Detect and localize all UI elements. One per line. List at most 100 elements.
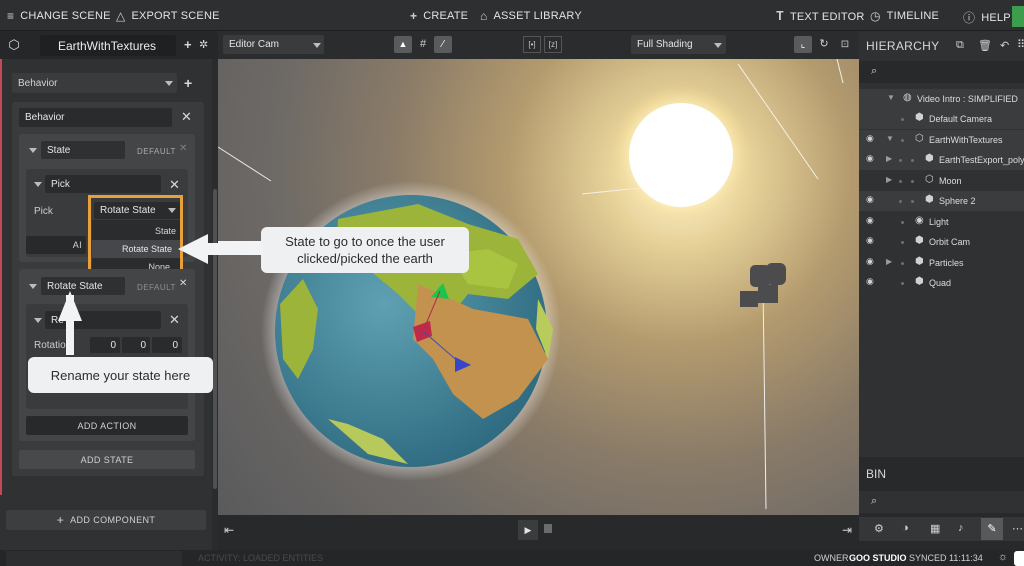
- status-bar: ACTIVITY: LOADED ENTITIES OWNER GOO STUD…: [0, 550, 1024, 566]
- collapse-state-1-icon[interactable]: [29, 148, 37, 153]
- shading-chevron-icon: [714, 43, 722, 48]
- hierarchy-item[interactable]: ◉ ⬢ Orbit Cam: [859, 232, 1024, 252]
- bin-search-input[interactable]: ⌕: [859, 491, 1024, 513]
- shading-select[interactable]: Full Shading: [631, 35, 726, 54]
- remove-behavior-icon[interactable]: ✕: [181, 109, 192, 125]
- tree-dot: [899, 180, 902, 183]
- bin-more-icon[interactable]: ⋯: [1012, 522, 1023, 535]
- component-type-select[interactable]: Behavior: [12, 73, 177, 93]
- translate-icon[interactable]: ⌞: [794, 36, 812, 53]
- remove-pick-action-icon[interactable]: ✕: [169, 177, 180, 193]
- entity-name-input[interactable]: EarthWithTextures: [40, 35, 176, 56]
- overflow-icon[interactable]: ⠿: [1017, 38, 1024, 51]
- undo-icon[interactable]: ↶: [1000, 39, 1009, 52]
- trash-icon[interactable]: 🗑: [978, 39, 992, 52]
- remove-state-1-icon[interactable]: ✕: [179, 143, 187, 154]
- hierarchy-search-input[interactable]: ⌕: [859, 61, 1024, 83]
- hierarchy-item[interactable]: ◉ ▶ ⬢ EarthTestExport_poly: [859, 150, 1024, 170]
- hierarchy-item[interactable]: ◉ ▼ ⬡ EarthWithTextures: [859, 130, 1024, 150]
- expand-arrow-icon[interactable]: ▼: [886, 134, 894, 143]
- expand-arrow-icon[interactable]: ▶: [886, 257, 892, 266]
- visibility-eye-icon[interactable]: ◉: [866, 133, 874, 144]
- expand-arrow-icon[interactable]: ▶: [886, 175, 892, 184]
- bin-mesh-icon[interactable]: ⚙: [874, 522, 884, 535]
- visibility-eye-icon[interactable]: ◉: [866, 256, 874, 267]
- pick-action-name[interactable]: Pick: [45, 175, 161, 193]
- hierarchy-item[interactable]: ◉ ⬢ Quad: [859, 273, 1024, 293]
- visibility-eye-icon[interactable]: ◉: [866, 194, 874, 205]
- visibility-eye-icon[interactable]: ◉: [866, 276, 874, 287]
- add-state-button[interactable]: ADD STATE: [19, 450, 195, 469]
- rotation-y-input[interactable]: 0: [122, 337, 150, 353]
- add-icon[interactable]: +: [184, 37, 192, 52]
- play-button[interactable]: ▶: [518, 520, 538, 540]
- help-button[interactable]: ⓘ HELP: [963, 9, 1011, 26]
- properties-scroll-thumb[interactable]: [213, 189, 217, 489]
- collapse-pick-action-icon[interactable]: [34, 182, 42, 187]
- hierarchy-item[interactable]: ◉ ▶ ⬢ Particles: [859, 253, 1024, 273]
- hierarchy-item[interactable]: ◉ ◉ Light: [859, 212, 1024, 232]
- magic-wand-icon[interactable]: ⁄: [434, 36, 452, 53]
- remove-rotate-action-icon[interactable]: ✕: [169, 312, 180, 328]
- visibility-eye-icon[interactable]: ◉: [866, 215, 874, 226]
- bin-material-icon[interactable]: ◑: [902, 522, 909, 534]
- expand-arrow-icon[interactable]: ▼: [887, 93, 895, 102]
- export-scene-button[interactable]: △ EXPORT SCENE: [116, 9, 220, 23]
- expand-arrow-icon[interactable]: ▶: [886, 154, 892, 163]
- text-editor-button[interactable]: 𝐓 TEXT EDITOR: [776, 9, 864, 24]
- exit-left-icon[interactable]: ⇤: [224, 523, 234, 537]
- hierarchy-item-label: EarthWithTextures: [929, 135, 1003, 145]
- fit-selection-icon[interactable]: [z]: [544, 36, 562, 53]
- hierarchy-item-label: EarthTestExport_poly: [939, 155, 1024, 165]
- scale-icon[interactable]: ⊡: [836, 36, 854, 53]
- visibility-eye-icon[interactable]: ◉: [866, 235, 874, 246]
- duplicate-icon[interactable]: ⧉: [956, 39, 964, 52]
- camera-select[interactable]: Editor Cam: [223, 35, 324, 54]
- add-action-button[interactable]: ADD ACTION: [26, 416, 188, 435]
- state-2-name-input[interactable]: Rotate State: [41, 277, 125, 295]
- landscape-icon[interactable]: ▲: [394, 36, 412, 53]
- remove-state-2-icon[interactable]: ✕: [179, 278, 187, 289]
- hierarchy-item[interactable]: ▶ ⬡ Moon: [859, 171, 1024, 191]
- collapse-state-2-icon[interactable]: [29, 284, 37, 289]
- change-scene-button[interactable]: ≡ CHANGE SCENE: [7, 9, 111, 23]
- hierarchy-item[interactable]: ▼ ◍ Video Intro : SIMPLIFIED: [859, 89, 1024, 109]
- bin-script-icon[interactable]: ✎: [981, 518, 1003, 540]
- hierarchy-item-label: Light: [929, 217, 949, 227]
- fit-view-icon[interactable]: [•]: [523, 36, 541, 53]
- rotation-x-input[interactable]: 0: [90, 337, 120, 353]
- rotation-z-input[interactable]: 0: [152, 337, 182, 353]
- state-2-default-label[interactable]: DEFAULT: [137, 283, 176, 292]
- rotate-icon[interactable]: ↻: [815, 36, 833, 53]
- state-1-default-label[interactable]: DEFAULT: [137, 147, 176, 156]
- activity-area: [6, 551, 182, 566]
- bin-sound-icon[interactable]: ♪: [958, 522, 964, 534]
- hierarchy-item[interactable]: ◉ ⬢ Sphere 2: [859, 191, 1024, 211]
- panel-edge-accent: [0, 59, 2, 495]
- gear-icon[interactable]: ✲: [199, 38, 208, 51]
- user-avatar[interactable]: [1012, 6, 1024, 27]
- entity-hexagon-icon[interactable]: ⬡: [0, 31, 28, 59]
- hierarchy-item[interactable]: ⬢ Default Camera: [859, 109, 1024, 129]
- asset-library-button[interactable]: ⌂ ASSET LIBRARY: [480, 9, 582, 23]
- grid-icon[interactable]: #: [414, 36, 432, 53]
- owner-label: OWNER: [814, 553, 849, 563]
- behavior-name-input[interactable]: Behavior: [19, 108, 172, 127]
- bin-texture-icon[interactable]: ▦: [930, 522, 940, 535]
- hidden-add-action-button[interactable]: AI: [26, 236, 86, 254]
- timeline-button[interactable]: ◷ TIMELINE: [870, 9, 939, 23]
- rotation-y-value: 0: [140, 339, 146, 351]
- scene-viewport[interactable]: State to go to once the user clicked/pic…: [218, 59, 859, 515]
- stop-button[interactable]: [544, 524, 552, 533]
- add-component-plus-icon[interactable]: +: [184, 75, 192, 91]
- collapse-rotate-action-icon[interactable]: [34, 318, 42, 323]
- add-component-button[interactable]: + ADD COMPONENT: [6, 510, 206, 530]
- create-button[interactable]: + CREATE: [410, 9, 468, 23]
- visibility-eye-icon[interactable]: ◉: [866, 153, 874, 164]
- exit-right-icon[interactable]: ⇥: [842, 523, 852, 537]
- state-1-name-input[interactable]: State: [41, 141, 125, 159]
- viewport-toolbar: Editor Cam ▲ # ⁄ [•] [z] Full Shading ⌞ …: [218, 31, 859, 59]
- chat-icon[interactable]: [1014, 551, 1024, 566]
- brightness-icon[interactable]: ☼: [998, 551, 1008, 563]
- bin-panel: BIN ⌕ ⚙ ◑ ▦ ♪ ✎ ⋯: [859, 457, 1024, 550]
